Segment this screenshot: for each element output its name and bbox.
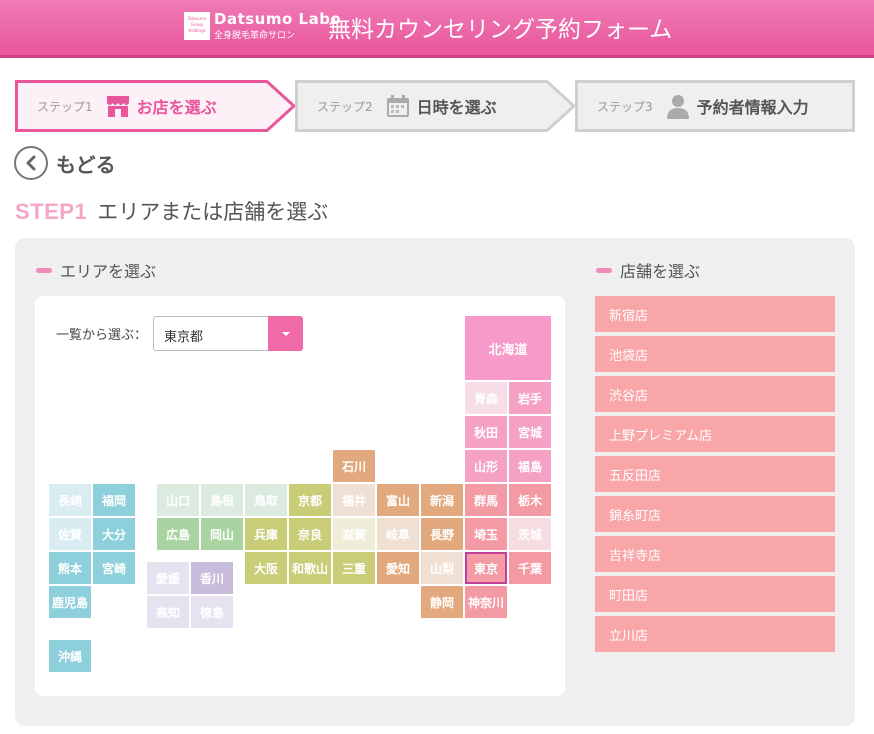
prefecture-tile[interactable]: 茨城 [509,518,551,550]
prefecture-tile[interactable]: 三重 [333,552,375,584]
step-2-indicator: ステップ2 日時を選ぶ [295,80,577,132]
store-section-label: 店舗を選ぶ [620,262,701,281]
store-item[interactable]: 新宿店 [595,296,835,332]
prefecture-tile[interactable]: 青森 [465,382,507,414]
step-2-number: ステップ2 [317,99,373,114]
step-3-indicator: ステップ3 予約者情報入力 [575,80,855,132]
prefecture-tile[interactable]: 秋田 [465,416,507,448]
prefecture-tile[interactable]: 長野 [421,518,463,550]
prefecture-tile[interactable]: 島根 [201,484,243,516]
step-badge: STEP1 [15,199,88,224]
back-button[interactable]: もどる [14,146,116,180]
prefecture-tile[interactable]: 東京 [465,552,507,584]
prefecture-tile[interactable]: 愛媛 [147,562,189,594]
prefecture-tile[interactable]: 山口 [157,484,199,516]
step-1-number: ステップ1 [37,99,93,114]
calendar-icon [385,93,411,119]
prefecture-tile[interactable]: 熊本 [49,552,91,584]
prefecture-tile[interactable]: 長崎 [49,484,91,516]
prefecture-tile[interactable]: 宮城 [509,416,551,448]
step-1-label: お店を選ぶ [136,98,217,117]
back-label: もどる [56,152,116,177]
prefecture-tile[interactable]: 京都 [289,484,331,516]
store-item[interactable]: 錦糸町店 [595,496,835,532]
chevron-left-icon [14,146,48,180]
prefecture-tile[interactable]: 富山 [377,484,419,516]
prefecture-tile[interactable]: 大分 [93,518,135,550]
store-section-title: 店舗を選ぶ [596,258,700,282]
prefecture-tile[interactable]: 千葉 [509,552,551,584]
prefecture-tile[interactable]: 石川 [333,450,375,482]
prefecture-tile[interactable]: 和歌山 [289,552,331,584]
page-header-title: 無料カウンセリング予約フォーム [328,17,673,43]
step-3-label: 予約者情報入力 [696,98,809,117]
dash-icon [36,267,52,273]
prefecture-tile[interactable]: 福島 [509,450,551,482]
store-item[interactable]: 上野プレミアム店 [595,416,835,452]
chevron-down-icon[interactable] [268,316,303,351]
prefecture-tile[interactable]: 北海道 [465,316,551,380]
store-item[interactable]: 渋谷店 [595,376,835,412]
prefecture-tile[interactable]: 滋賀 [333,518,375,550]
prefecture-tile[interactable]: 神奈川 [465,586,507,618]
prefecture-tile[interactable]: 埼玉 [465,518,507,550]
prefecture-tile[interactable]: 愛知 [377,552,419,584]
prefecture-tile[interactable]: 福井 [333,484,375,516]
prefecture-tile[interactable]: 広島 [157,518,199,550]
dash-icon [596,267,612,273]
prefecture-tile[interactable]: 岩手 [509,382,551,414]
logo-mark-icon: Datsumo Group Holdings [184,12,210,40]
prefecture-tile[interactable]: 山形 [465,450,507,482]
prefecture-tile[interactable]: 沖縄 [49,640,91,672]
prefecture-select-value: 東京都 [164,330,204,345]
brand-logo[interactable]: Datsumo Group Holdings Datsumo Labo 全身脱毛… [184,10,341,41]
prefecture-tile[interactable]: 山梨 [421,552,463,584]
shop-icon [105,93,131,119]
prefecture-tile[interactable]: 高知 [147,596,189,628]
prefecture-tile[interactable]: 栃木 [509,484,551,516]
prefecture-tile[interactable]: 群馬 [465,484,507,516]
person-icon [665,93,691,119]
prefecture-tile[interactable]: 香川 [191,562,233,594]
page-title: STEP1 エリアまたは店舗を選ぶ [15,196,328,226]
step-3-number: ステップ3 [597,99,653,114]
prefecture-tile[interactable]: 岡山 [201,518,243,550]
prefecture-tile[interactable]: 兵庫 [245,518,287,550]
store-item[interactable]: 吉祥寺店 [595,536,835,572]
area-section-label: エリアを選ぶ [60,262,157,281]
prefecture-tile[interactable]: 奈良 [289,518,331,550]
prefecture-tile[interactable]: 岐阜 [377,518,419,550]
prefecture-tile[interactable]: 静岡 [421,586,463,618]
step-2-label: 日時を選ぶ [416,98,497,117]
prefecture-tile[interactable]: 佐賀 [49,518,91,550]
store-item[interactable]: 池袋店 [595,336,835,372]
prefecture-tile[interactable]: 大阪 [245,552,287,584]
prefecture-tile[interactable]: 新潟 [421,484,463,516]
prefecture-tile[interactable]: 鳥取 [245,484,287,516]
area-section-title: エリアを選ぶ [36,258,156,282]
header-bar: Datsumo Group Holdings Datsumo Labo 全身脱毛… [0,0,874,58]
store-list: 新宿店 池袋店 渋谷店 上野プレミアム店 五反田店 錦糸町店 吉祥寺店 町田店 … [595,296,835,656]
store-item[interactable]: 五反田店 [595,456,835,492]
store-item[interactable]: 立川店 [595,616,835,652]
page-title-text: エリアまたは店舗を選ぶ [97,200,329,224]
prefecture-tile[interactable]: 福岡 [93,484,135,516]
prefecture-tile[interactable]: 宮崎 [93,552,135,584]
prefecture-tile[interactable]: 徳島 [191,596,233,628]
step-1-indicator: ステップ1 お店を選ぶ [15,80,297,132]
logo-text-en: Datsumo Labo [214,10,342,28]
prefecture-select[interactable]: 東京都 [153,316,303,351]
store-item[interactable]: 町田店 [595,576,835,612]
logo-text-ja: 全身脱毛革命サロン [214,31,296,41]
prefecture-tile[interactable]: 鹿児島 [49,586,91,618]
prefecture-list-label: 一覧から選ぶ： [56,328,148,343]
